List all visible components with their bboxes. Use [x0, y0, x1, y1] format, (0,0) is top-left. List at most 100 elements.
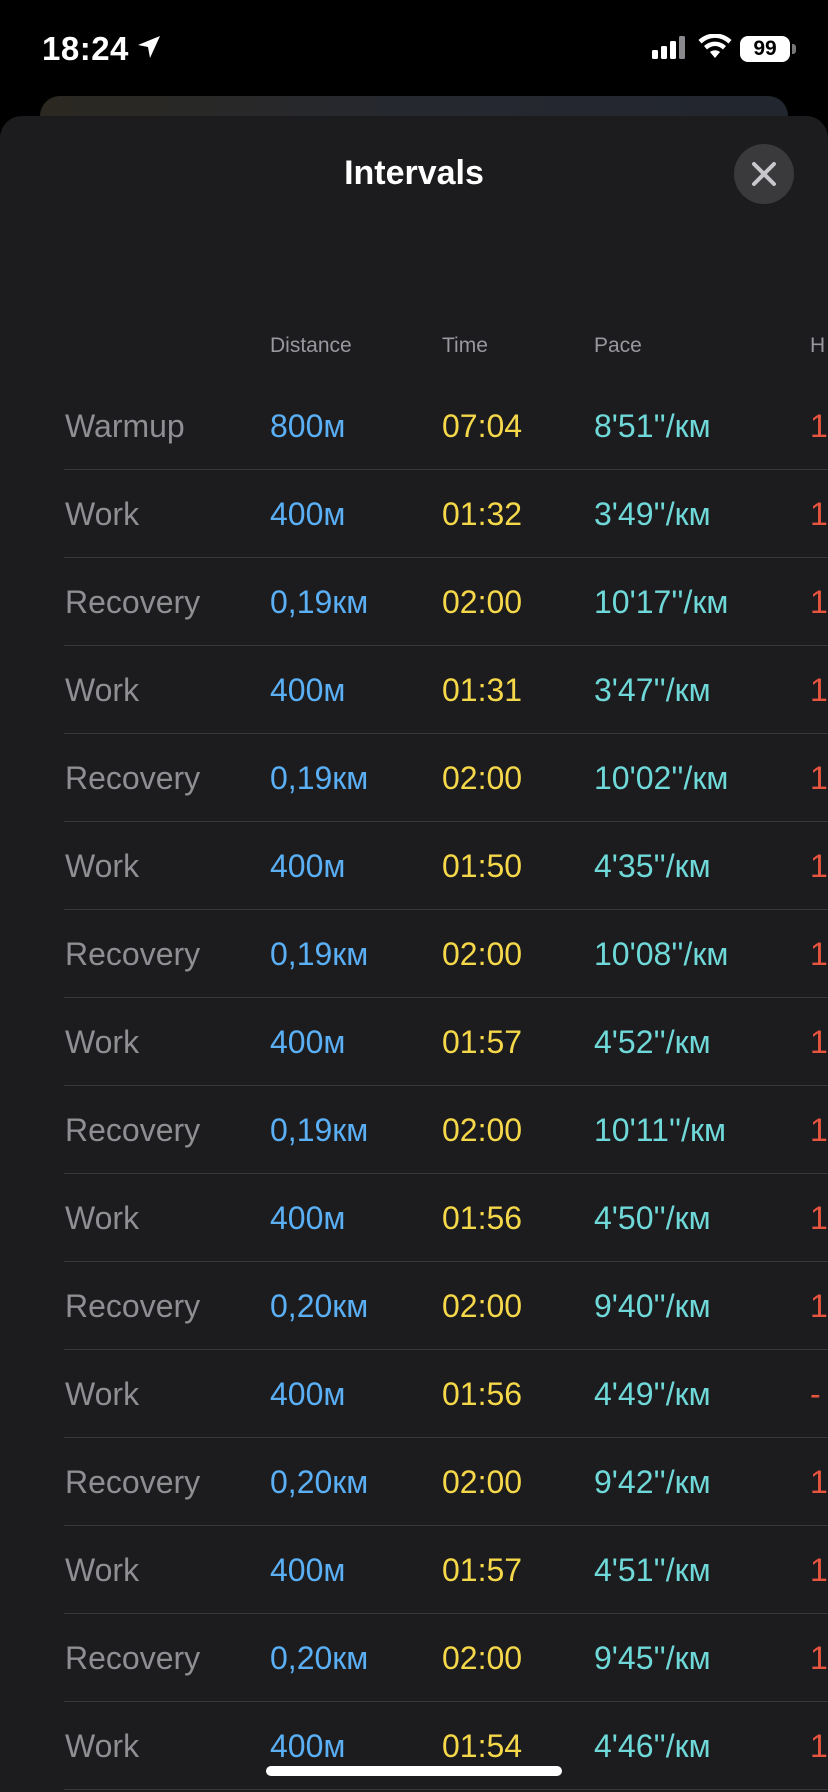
interval-time: 02:00	[442, 936, 523, 972]
interval-heart-rate: 1	[810, 1464, 828, 1500]
home-indicator[interactable]	[266, 1766, 562, 1776]
interval-distance: 400м	[270, 1200, 346, 1236]
interval-time: 01:56	[442, 1200, 523, 1236]
interval-time: 01:57	[442, 1552, 523, 1588]
header-pace: Pace	[594, 334, 642, 357]
interval-distance: 0,19км	[270, 584, 369, 620]
interval-type: Recovery	[65, 1464, 201, 1500]
table-row: Recovery 0,19км 02:00 10'11''/км 1	[64, 1086, 828, 1174]
interval-pace: 4'51''/км	[594, 1552, 711, 1588]
interval-type: Work	[65, 848, 140, 884]
interval-pace: 10'17''/км	[594, 584, 729, 620]
interval-distance: 0,20км	[270, 1464, 369, 1500]
table-row: Work 400м 01:57 4'51''/км 1	[64, 1526, 828, 1614]
interval-pace: 8'51''/км	[594, 408, 711, 444]
table-row: Work 400м 01:57 4'52''/км 1	[64, 998, 828, 1086]
interval-type: Recovery	[65, 1288, 201, 1324]
battery-icon: 99	[740, 36, 790, 62]
battery-cap	[792, 44, 796, 54]
signal-icon	[652, 36, 688, 65]
table-row: Warmup 800м 07:04 8'51''/км 1	[64, 382, 828, 470]
interval-type: Work	[65, 1376, 140, 1412]
close-button[interactable]	[734, 144, 794, 204]
interval-heart-rate: 1	[810, 1288, 828, 1324]
interval-type: Recovery	[65, 760, 201, 796]
interval-heart-rate: 1	[810, 408, 828, 444]
interval-pace: 9'40''/км	[594, 1288, 711, 1324]
interval-distance: 400м	[270, 1552, 346, 1588]
intervals-sheet: Intervals Distance Time Pace H Warmup 800…	[0, 116, 828, 1792]
interval-time: 02:00	[442, 584, 523, 620]
interval-type: Work	[65, 1200, 140, 1236]
interval-type: Recovery	[65, 584, 201, 620]
table-row: Work 400м 01:32 3'49''/км 1	[64, 470, 828, 558]
interval-distance: 400м	[270, 1024, 346, 1060]
interval-pace: 9'45''/км	[594, 1640, 711, 1676]
status-time: 18:24	[42, 30, 129, 67]
interval-pace: 10'02''/км	[594, 760, 729, 796]
interval-heart-rate: 1	[810, 496, 828, 532]
interval-heart-rate: 1	[810, 1728, 828, 1764]
interval-type: Work	[65, 1728, 140, 1764]
interval-time: 02:00	[442, 1464, 523, 1500]
interval-pace: 4'50''/км	[594, 1200, 711, 1236]
interval-type: Work	[65, 1552, 140, 1588]
interval-distance: 400м	[270, 848, 346, 884]
interval-heart-rate: 1	[810, 584, 828, 620]
table-row: Recovery 0,19км 02:00 10'02''/км 1	[64, 734, 828, 822]
table-row: Recovery 0,20км 02:00 9'40''/км 1	[64, 1262, 828, 1350]
wifi-icon	[698, 33, 732, 65]
interval-pace: 4'35''/км	[594, 848, 711, 884]
interval-type: Warmup	[65, 408, 185, 444]
interval-pace: 10'08''/км	[594, 936, 729, 972]
interval-distance: 0,19км	[270, 760, 369, 796]
table-row: Work 400м 01:56 4'50''/км 1	[64, 1174, 828, 1262]
interval-type: Work	[65, 496, 140, 532]
location-arrow-icon	[136, 34, 162, 65]
interval-time: 07:04	[442, 408, 523, 444]
interval-heart-rate: 1	[810, 1024, 828, 1060]
interval-type: Work	[65, 672, 140, 708]
interval-distance: 0,20км	[270, 1288, 369, 1324]
interval-heart-rate: 1	[810, 760, 828, 796]
table-row: Recovery 0,20км 02:00 9'42''/км 1	[64, 1438, 828, 1526]
interval-type: Recovery	[65, 1112, 201, 1148]
interval-distance: 800м	[270, 408, 346, 444]
interval-type: Recovery	[65, 1640, 201, 1676]
interval-type: Work	[65, 1024, 140, 1060]
interval-heart-rate: -	[810, 1376, 821, 1412]
interval-distance: 400м	[270, 1376, 346, 1412]
interval-time: 02:00	[442, 760, 523, 796]
interval-pace: 3'47''/км	[594, 672, 711, 708]
interval-heart-rate: 1	[810, 1640, 828, 1676]
interval-distance: 0,19км	[270, 1112, 369, 1148]
interval-distance: 400м	[270, 496, 346, 532]
interval-time: 02:00	[442, 1112, 523, 1148]
interval-distance: 0,19км	[270, 936, 369, 972]
table-row: Work 400м 01:50 4'35''/км 1	[64, 822, 828, 910]
interval-heart-rate: 1	[810, 672, 828, 708]
interval-distance: 0,20км	[270, 1640, 369, 1676]
interval-time: 02:00	[442, 1640, 523, 1676]
interval-time: 01:50	[442, 848, 523, 884]
interval-pace: 9'42''/км	[594, 1464, 711, 1500]
interval-time: 01:57	[442, 1024, 523, 1060]
intervals-table[interactable]: Warmup 800м 07:04 8'51''/км 1 Work 400м 01:32 3…	[0, 382, 828, 1790]
status-bar: 18:24 99	[0, 0, 828, 100]
header-distance: Distance	[270, 334, 352, 357]
close-icon	[752, 162, 776, 186]
sheet-title: Intervals	[344, 154, 484, 192]
table-row: Work 400м 01:54 4'46''/км 1	[64, 1702, 828, 1790]
table-row: Work 400м 01:31 3'47''/км 1	[64, 646, 828, 734]
interval-pace: 4'52''/км	[594, 1024, 711, 1060]
interval-heart-rate: 1	[810, 936, 828, 972]
interval-pace: 4'49''/км	[594, 1376, 711, 1412]
interval-distance: 400м	[270, 672, 346, 708]
interval-pace: 3'49''/км	[594, 496, 711, 532]
table-row: Work 400м 01:56 4'49''/км -	[64, 1350, 828, 1438]
interval-heart-rate: 1	[810, 1112, 828, 1148]
interval-time: 02:00	[442, 1288, 523, 1324]
interval-distance: 400м	[270, 1728, 346, 1764]
interval-heart-rate: 1	[810, 1552, 828, 1588]
interval-pace: 10'11''/км	[594, 1112, 727, 1148]
